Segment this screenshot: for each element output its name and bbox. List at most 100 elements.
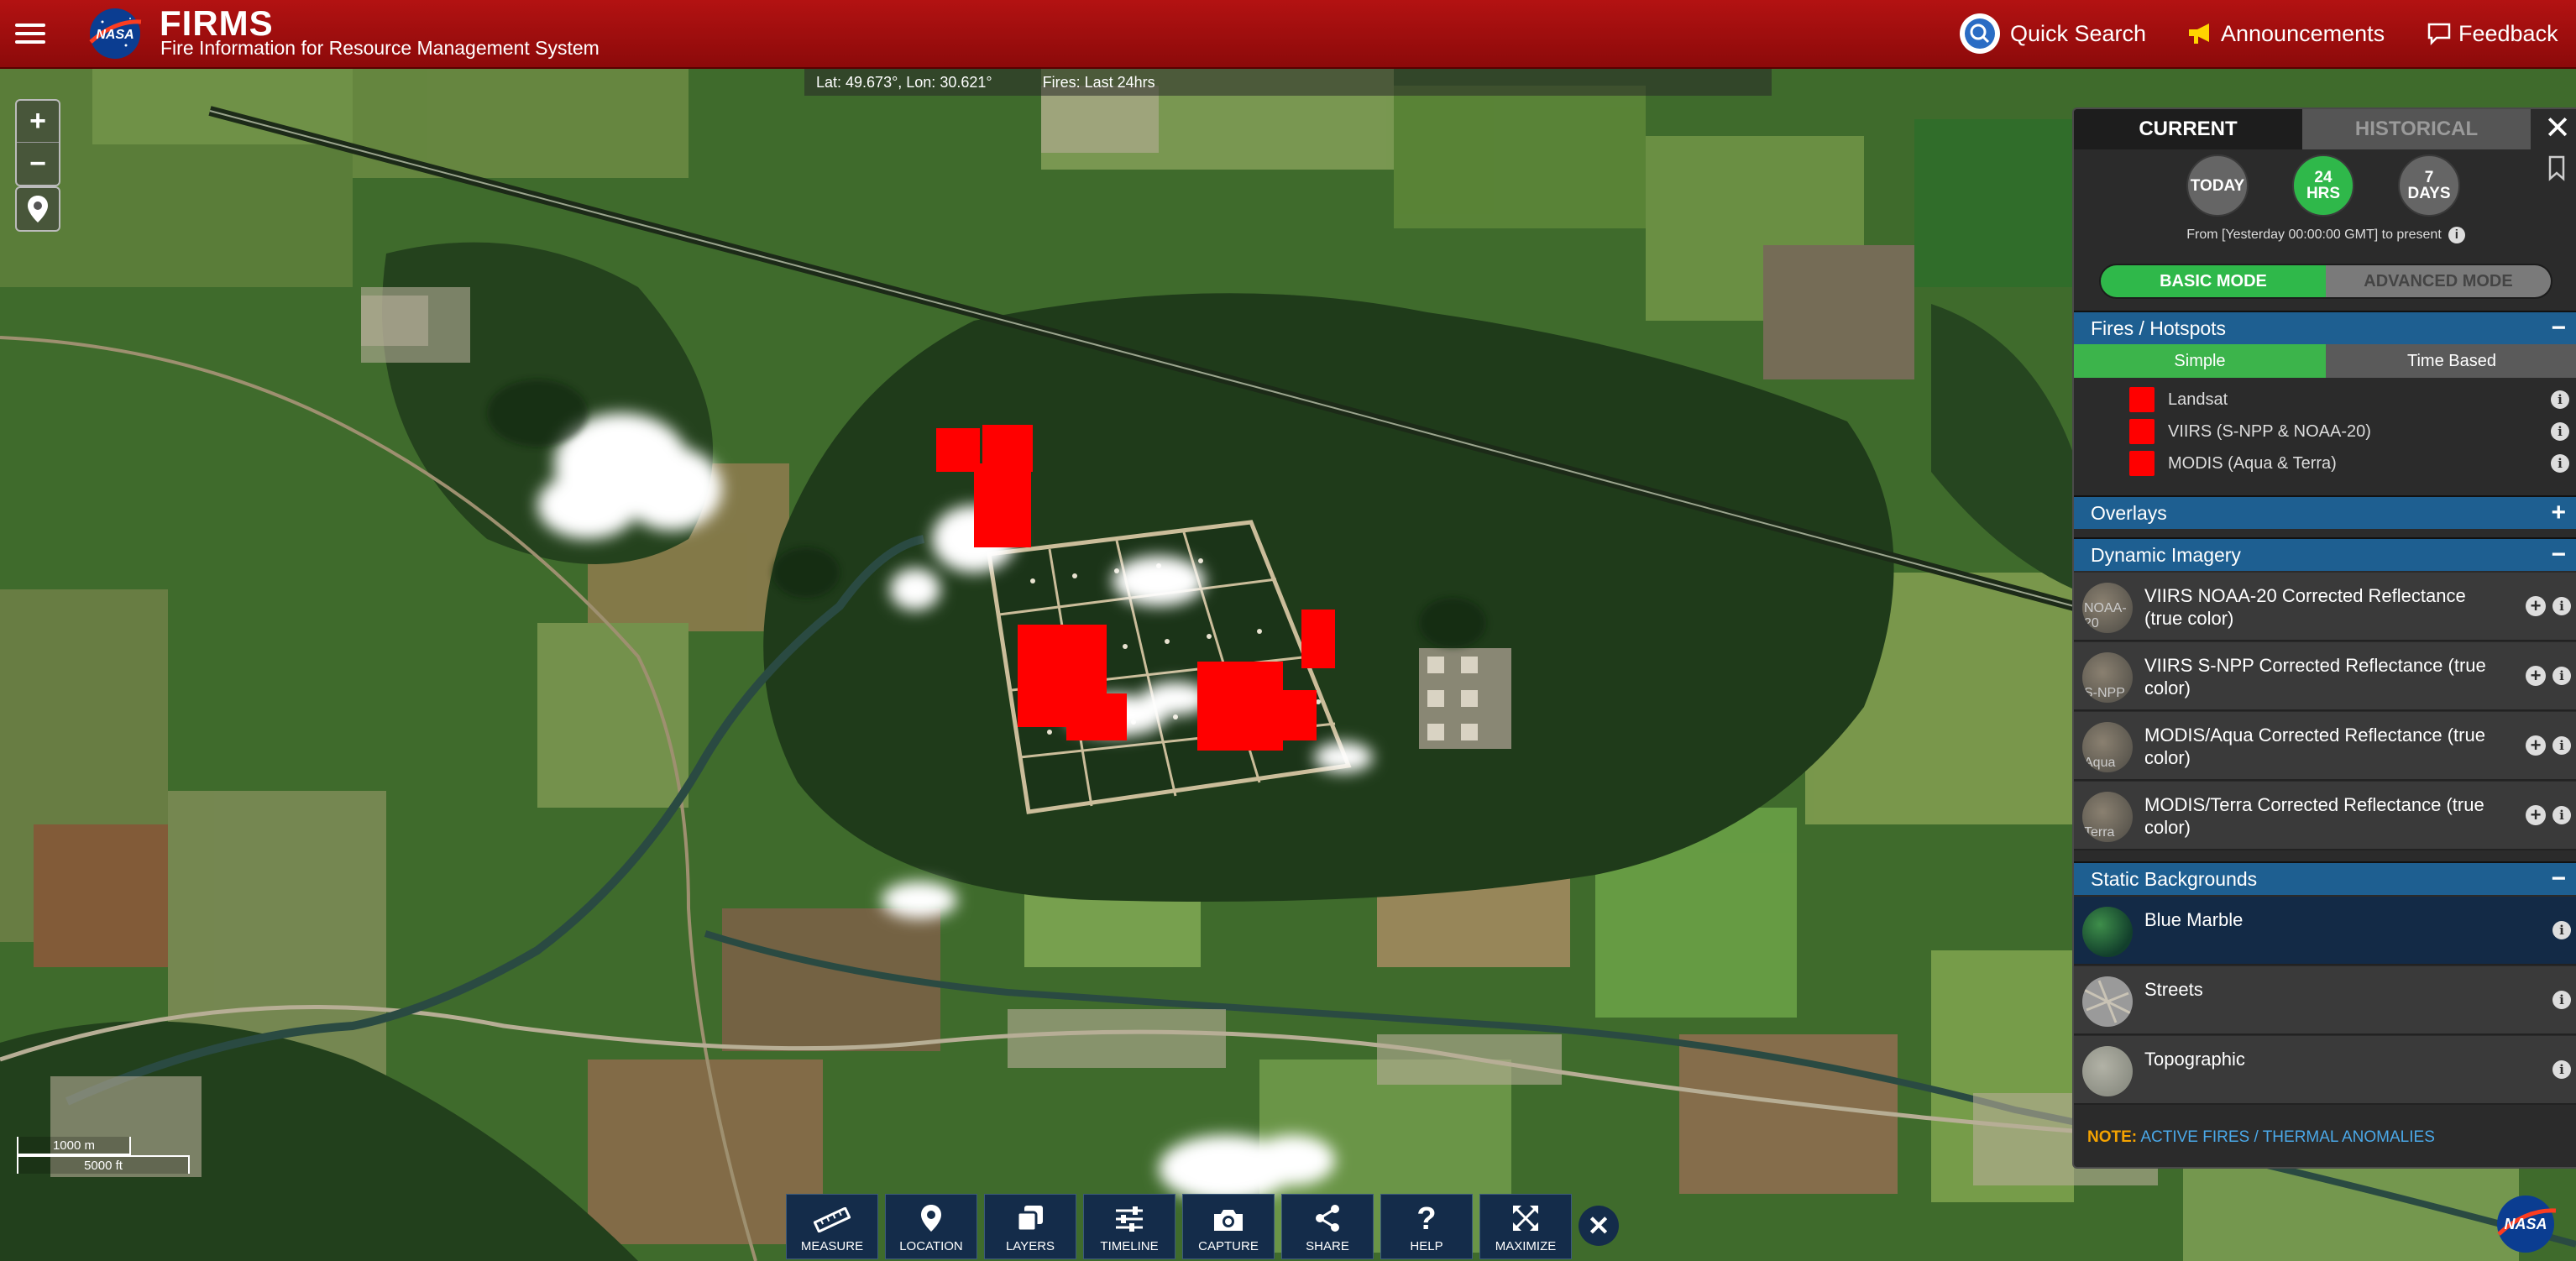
static-layer-blue-marble[interactable]: Blue Marble i <box>2074 897 2576 965</box>
zoom-out-button[interactable]: − <box>17 143 59 185</box>
info-icon[interactable]: i <box>2552 921 2571 939</box>
capture-button[interactable]: CAPTURE <box>1182 1194 1275 1259</box>
streets-map-icon <box>2082 976 2133 1027</box>
location-pin-icon <box>921 1205 941 1232</box>
feedback-label: Feedback <box>2458 20 2558 46</box>
feedback-button[interactable]: Feedback <box>2427 12 2558 55</box>
help-label: HELP <box>1410 1239 1443 1253</box>
map-scale-bar: 1000 m 5000 ft <box>17 1137 190 1174</box>
quick-search-button[interactable]: Quick Search <box>1960 12 2146 55</box>
dynamic-layer-viirs-noaa20[interactable]: NOAA-20 VIIRS NOAA-20 Corrected Reflecta… <box>2074 573 2576 641</box>
dynamic-imagery-section-header[interactable]: Dynamic Imagery − <box>2074 537 2576 571</box>
layer-name: MODIS/Terra Corrected Reflectance (true … <box>2144 794 2484 838</box>
layer-thumbnail: NOAA-20 <box>2082 583 2133 633</box>
dynamic-layer-modis-aqua[interactable]: Aqua MODIS/Aqua Corrected Reflectance (t… <box>2074 712 2576 781</box>
scale-metric: 1000 m <box>17 1137 131 1155</box>
tab-time-based[interactable]: Time Based <box>2326 344 2576 378</box>
timeline-label: TIMELINE <box>1100 1239 1159 1253</box>
question-icon: ? <box>1416 1202 1436 1232</box>
tab-current[interactable]: CURRENT <box>2074 109 2302 149</box>
info-icon[interactable]: i <box>2552 1060 2571 1079</box>
toolbar-close-button[interactable]: ✕ <box>1579 1206 1619 1246</box>
topographic-map-icon <box>2082 1046 2133 1096</box>
info-icon[interactable]: i <box>2551 454 2569 473</box>
add-layer-icon[interactable]: + <box>2526 596 2546 616</box>
info-icon[interactable]: i <box>2552 667 2571 685</box>
fire-layer-landsat[interactable]: Landsat i <box>2074 385 2576 415</box>
share-button[interactable]: SHARE <box>1281 1194 1374 1259</box>
announcements-button[interactable]: Announcements <box>2187 12 2385 55</box>
bookmark-icon[interactable] <box>2546 154 2568 181</box>
info-icon[interactable]: i <box>2552 736 2571 755</box>
info-icon[interactable]: i <box>2552 806 2571 824</box>
collapse-icon[interactable]: − <box>2551 539 2566 571</box>
maximize-icon <box>1513 1206 1538 1231</box>
active-fires-link[interactable]: ACTIVE FIRES / THERMAL ANOMALIES <box>2140 1128 2435 1146</box>
dynamic-layer-viirs-snpp[interactable]: S-NPP VIIRS S-NPP Corrected Reflectance … <box>2074 642 2576 711</box>
advanced-mode-button[interactable]: ADVANCED MODE <box>2326 265 2551 297</box>
layer-name: Streets <box>2144 979 2203 1000</box>
info-icon[interactable]: i <box>2551 390 2569 409</box>
maximize-button[interactable]: MAXIMIZE <box>1479 1194 1572 1259</box>
location-pin-icon <box>28 196 48 222</box>
collapse-icon[interactable]: − <box>2551 863 2566 895</box>
time-range-buttons: TODAY 24 HRS 7 DAYS <box>2186 154 2460 217</box>
layers-label: LAYERS <box>1005 1239 1055 1253</box>
scale-imperial: 5000 ft <box>17 1155 190 1174</box>
announcements-label: Announcements <box>2221 20 2385 46</box>
zoom-in-button[interactable]: + <box>17 101 59 143</box>
fires-time-label: Fires: Last 24hrs <box>1042 73 1155 91</box>
dynamic-layer-modis-terra[interactable]: Terra MODIS/Terra Corrected Reflectance … <box>2074 782 2576 850</box>
sliders-icon <box>1116 1206 1143 1232</box>
layer-name: VIIRS S-NPP Corrected Reflectance (true … <box>2144 655 2486 699</box>
fire-layer-modis[interactable]: MODIS (Aqua & Terra) i <box>2074 448 2576 479</box>
fires-section-header[interactable]: Fires / Hotspots − <box>2074 311 2576 344</box>
24hrs-button[interactable]: 24 HRS <box>2292 154 2354 217</box>
search-icon <box>1960 13 2000 54</box>
info-icon[interactable]: i <box>2448 227 2465 243</box>
layer-name: VIIRS NOAA-20 Corrected Reflectance (tru… <box>2144 585 2466 629</box>
7days-button[interactable]: 7 DAYS <box>2398 154 2460 217</box>
layers-button[interactable]: LAYERS <box>984 1194 1076 1259</box>
info-icon[interactable]: i <box>2552 597 2571 615</box>
measure-button[interactable]: MEASURE <box>786 1194 878 1259</box>
note: NOTE: ACTIVE FIRES / THERMAL ANOMALIES <box>2087 1128 2435 1147</box>
location-label: LOCATION <box>899 1239 963 1253</box>
close-icon[interactable]: ✕ <box>2542 112 2573 144</box>
basic-mode-button[interactable]: BASIC MODE <box>2101 265 2326 297</box>
fire-color-swatch <box>2129 419 2155 444</box>
add-layer-icon[interactable]: + <box>2526 666 2546 686</box>
fire-layer-viirs[interactable]: VIIRS (S-NPP & NOAA-20) i <box>2074 416 2576 447</box>
svg-text:NASA: NASA <box>96 28 134 42</box>
locate-button[interactable] <box>15 186 60 232</box>
static-layer-streets[interactable]: Streets i <box>2074 966 2576 1035</box>
share-label: SHARE <box>1306 1239 1349 1253</box>
static-backgrounds-section-header[interactable]: Static Backgrounds − <box>2074 861 2576 895</box>
svg-text:?: ? <box>1416 1202 1436 1232</box>
tab-simple[interactable]: Simple <box>2074 344 2326 378</box>
today-button[interactable]: TODAY <box>2186 154 2249 217</box>
menu-icon[interactable] <box>15 18 45 49</box>
timeline-button[interactable]: TIMELINE <box>1083 1194 1175 1259</box>
help-button[interactable]: ? HELP <box>1380 1194 1473 1259</box>
tab-historical[interactable]: HISTORICAL <box>2302 109 2531 149</box>
info-icon[interactable]: i <box>2552 991 2571 1009</box>
map-toolbar: MEASURE LOCATION LAYERS TIMELINE CAPTURE… <box>786 1194 1619 1259</box>
app-header: NASA FIRMS Fire Information for Resource… <box>0 0 2576 69</box>
add-layer-icon[interactable]: + <box>2526 735 2546 756</box>
nasa-corner-logo[interactable]: NASA <box>2490 1190 2561 1256</box>
overlays-section-header[interactable]: Overlays + <box>2074 495 2576 529</box>
add-layer-icon[interactable]: + <box>2526 805 2546 825</box>
static-layer-topographic[interactable]: Topographic i <box>2074 1036 2576 1105</box>
layers-icon <box>1016 1206 1043 1232</box>
location-button[interactable]: LOCATION <box>885 1194 977 1259</box>
expand-icon[interactable]: + <box>2551 497 2566 529</box>
share-icon <box>1316 1205 1339 1232</box>
globe-icon <box>2082 907 2133 957</box>
nasa-logo[interactable]: NASA <box>84 5 146 62</box>
mode-toggle: BASIC MODE ADVANCED MODE <box>2099 264 2552 299</box>
capture-label: CAPTURE <box>1198 1239 1259 1253</box>
info-icon[interactable]: i <box>2551 422 2569 441</box>
layer-thumbnail: Aqua <box>2082 722 2133 772</box>
collapse-icon[interactable]: − <box>2551 312 2566 344</box>
